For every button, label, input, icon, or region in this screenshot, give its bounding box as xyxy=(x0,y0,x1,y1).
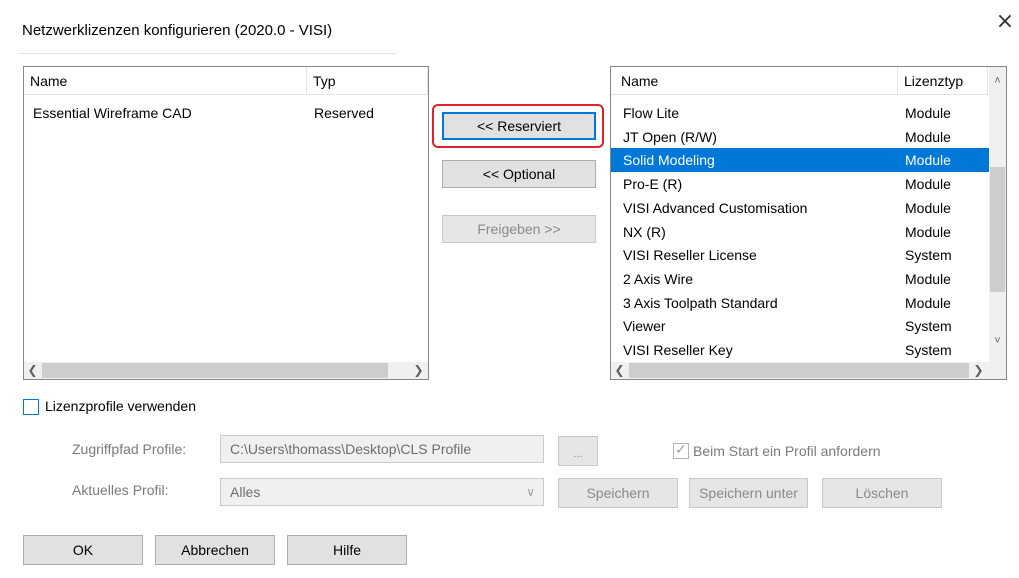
list-item-name: 3 Axis Toolpath Standard xyxy=(623,294,778,311)
profile-path-field[interactable]: C:\Users\thomass\Desktop\CLS Profile xyxy=(220,435,544,463)
scrollbar-thumb[interactable] xyxy=(629,363,969,378)
list-item[interactable]: Solid Modeling Module xyxy=(611,148,989,173)
scroll-up-icon[interactable]: ˄ xyxy=(989,73,1006,90)
list-item-name: Pro-E (R) xyxy=(623,176,683,193)
list-item-name: VISI Advanced Customisation xyxy=(623,199,808,216)
list-item[interactable]: Viewer System xyxy=(611,314,989,338)
release-button[interactable]: Freigeben >> xyxy=(442,215,596,243)
dialog-title: Netzwerklizenzen konfigurieren (2020.0 -… xyxy=(22,22,333,39)
save-profile-as-button[interactable]: Speichern unter xyxy=(689,478,808,508)
help-button[interactable]: Hilfe xyxy=(287,535,407,565)
list-item-name: Essential Wireframe CAD xyxy=(33,105,192,121)
vertical-scrollbar[interactable]: ˄ ˅ xyxy=(989,67,1006,362)
ok-button[interactable]: OK xyxy=(23,535,143,565)
request-profile-label: Beim Start ein Profil anfordern xyxy=(693,443,881,459)
checkmark-icon: ✓ xyxy=(675,441,687,457)
list-item-type: System xyxy=(905,318,952,335)
horizontal-scrollbar[interactable]: ❮ ❯ xyxy=(611,362,1006,379)
list-item-name: Solid Modeling xyxy=(623,152,715,169)
list-item-type: Module xyxy=(905,176,951,193)
cancel-button[interactable]: Abbrechen xyxy=(155,535,275,565)
column-header-name[interactable]: Name xyxy=(24,67,307,95)
list-item-type: Module xyxy=(905,105,951,121)
list-item[interactable]: VISI Advanced Customisation Module xyxy=(611,196,989,220)
scroll-right-icon[interactable]: ❯ xyxy=(970,362,987,379)
list-item-name: VISI Reseller Key xyxy=(623,342,733,358)
list-item-type: Module xyxy=(905,152,951,169)
list-item-type: Reserved xyxy=(314,105,374,121)
list-item-name: Flow Lite xyxy=(623,105,680,121)
request-profile-checkbox[interactable]: ✓ xyxy=(673,441,689,459)
column-header-type[interactable]: Typ xyxy=(307,67,428,95)
list-item[interactable]: 2 Axis Wire Module xyxy=(611,267,989,291)
list-item[interactable]: VISI Reseller License System xyxy=(611,243,989,267)
list-item-name: VISI Reseller License xyxy=(623,247,757,264)
list-item-type: System xyxy=(905,247,952,264)
list-item-type: Module xyxy=(905,199,951,216)
list-item[interactable]: Flow Lite Module xyxy=(611,101,989,125)
list-item-name: JT Open (R/W) xyxy=(623,128,717,145)
reserved-licenses-list[interactable]: Name Typ Essential Wireframe CAD Reserve… xyxy=(23,66,429,380)
list-item-type: Module xyxy=(905,223,951,240)
reserve-button[interactable]: << Reserviert xyxy=(442,112,596,140)
optional-button[interactable]: << Optional xyxy=(442,160,596,188)
chevron-down-icon[interactable]: ∨ xyxy=(526,479,535,505)
save-profile-button[interactable]: Speichern xyxy=(558,478,678,508)
list-item[interactable]: NX (R) Module xyxy=(611,220,989,244)
profile-path-label: Zugriffpfad Profile: xyxy=(72,441,187,457)
scrollbar-thumb[interactable] xyxy=(42,363,388,378)
browse-button[interactable]: ... xyxy=(558,436,598,466)
title-divider xyxy=(18,53,396,54)
current-profile-select[interactable]: Alles ∨ xyxy=(220,478,544,506)
list-item[interactable]: Essential Wireframe CAD Reserved xyxy=(24,101,428,125)
available-licenses-list[interactable]: Name Lizenztyp Flow Lite Module JT Open (R… xyxy=(610,66,1007,380)
list-item[interactable]: VISI Reseller Key System xyxy=(611,338,989,362)
horizontal-scrollbar[interactable]: ❮ ❯ xyxy=(24,362,428,379)
scroll-left-icon[interactable]: ❮ xyxy=(24,362,41,379)
use-profiles-checkbox[interactable] xyxy=(23,399,39,415)
current-profile-value: Alles xyxy=(230,484,261,500)
list-item-name: NX (R) xyxy=(623,223,666,240)
list-item[interactable]: 3 Axis Toolpath Standard Module xyxy=(611,291,989,315)
list-item[interactable]: JT Open (R/W) Module xyxy=(611,125,989,149)
list-item-type: Module xyxy=(905,270,951,287)
current-profile-label: Aktuelles Profil: xyxy=(72,482,169,498)
list-item-name: 2 Axis Wire xyxy=(623,270,694,287)
delete-profile-button[interactable]: Löschen xyxy=(822,478,942,508)
scroll-down-icon[interactable]: ˅ xyxy=(989,333,1006,350)
list-item-type: Module xyxy=(905,128,951,145)
list-item-name: Viewer xyxy=(623,318,666,335)
list-item[interactable]: Pro-E (R) Module xyxy=(611,172,989,196)
use-profiles-label: Lizenzprofile verwenden xyxy=(45,398,196,414)
scrollbar-thumb[interactable] xyxy=(990,167,1005,292)
close-icon[interactable]: × xyxy=(993,10,1017,34)
scroll-left-icon[interactable]: ❮ xyxy=(611,362,628,379)
scroll-right-icon[interactable]: ❯ xyxy=(410,362,427,379)
list-item-type: System xyxy=(905,342,952,358)
list-item-type: Module xyxy=(905,294,951,311)
